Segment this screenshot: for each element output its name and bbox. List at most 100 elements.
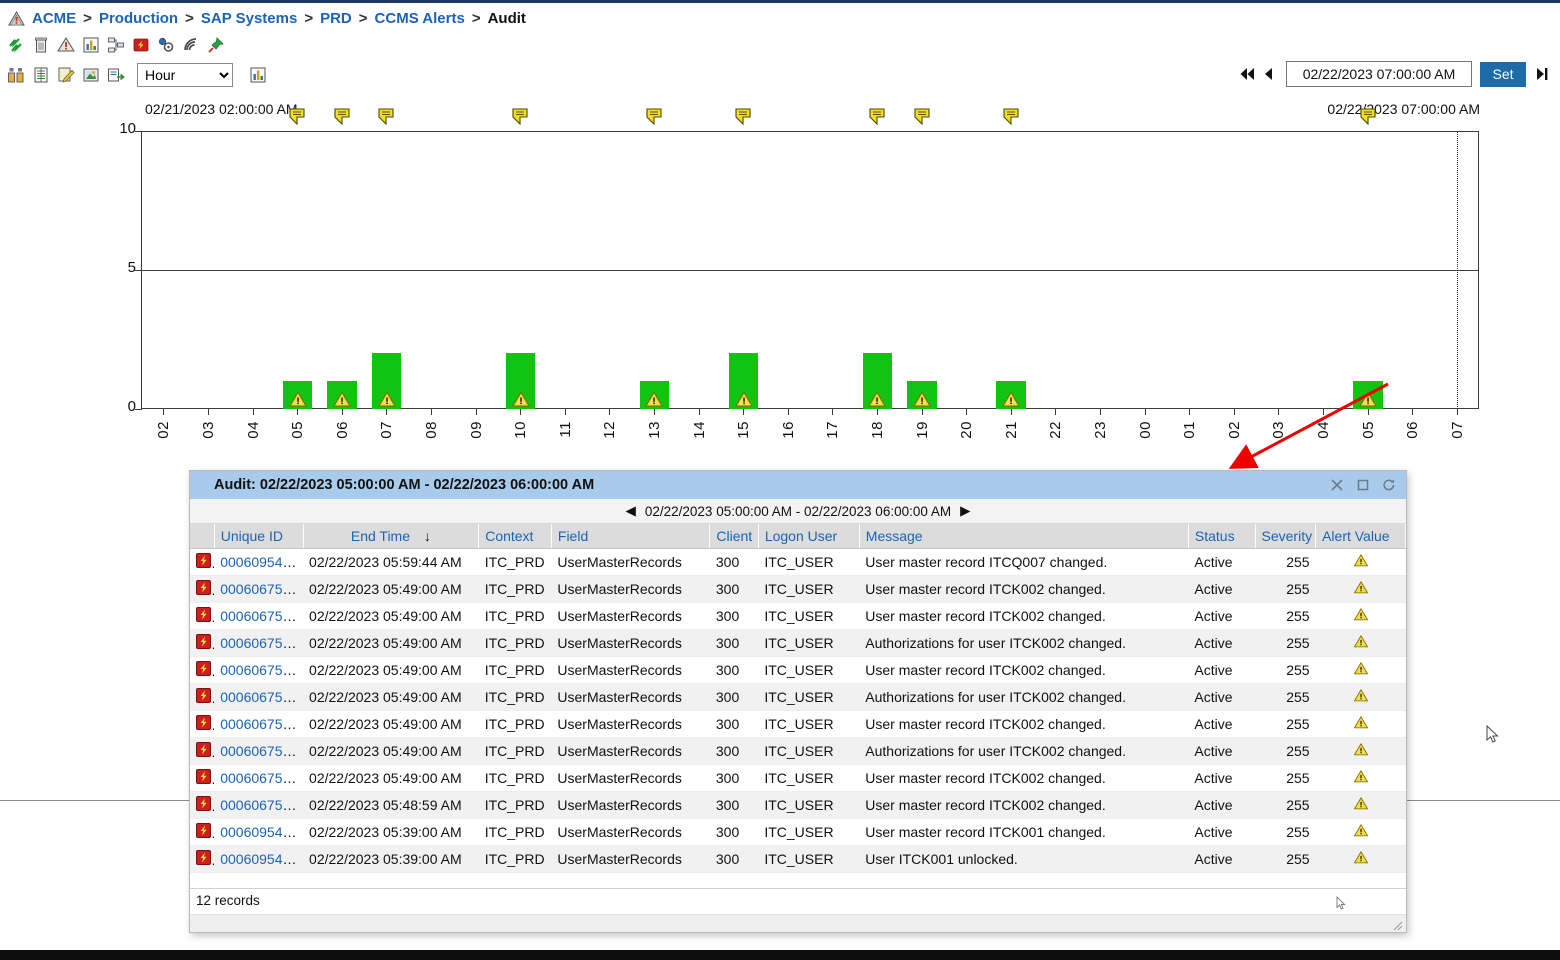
note-flag-icon[interactable] bbox=[1003, 108, 1019, 126]
column-header-message[interactable]: Message bbox=[859, 524, 1189, 549]
cell-unique-id[interactable]: 0006067508 bbox=[214, 764, 304, 792]
table-row[interactable]: 0006067506 02/22/2023 05:49:00 AM ITC_PRD U… bbox=[190, 710, 1406, 738]
row-type-icon-cell[interactable] bbox=[190, 710, 215, 738]
sap-alert-icon[interactable] bbox=[196, 607, 211, 622]
breadcrumb-item-1[interactable]: Production bbox=[99, 10, 178, 27]
delete-icon[interactable] bbox=[31, 35, 51, 55]
first-page-icon[interactable] bbox=[1238, 65, 1254, 83]
note-flag-icon[interactable] bbox=[646, 108, 662, 126]
table-row[interactable]: 0006067505 02/22/2023 05:49:00 AM ITC_PRD U… bbox=[190, 683, 1406, 711]
unique-id-link[interactable]: 0006095439 bbox=[220, 824, 298, 840]
cell-unique-id[interactable]: 0006067505 bbox=[214, 683, 304, 711]
unique-id-link[interactable]: 0006067505 bbox=[220, 689, 298, 705]
table-row[interactable]: 0006067507 02/22/2023 05:49:00 AM ITC_PRD U… bbox=[190, 737, 1406, 765]
row-type-icon-cell[interactable] bbox=[190, 845, 215, 873]
table-row[interactable]: 0006095439 02/22/2023 05:39:00 AM ITC_PRD U… bbox=[190, 818, 1406, 846]
chart-bar[interactable] bbox=[862, 353, 893, 409]
note-flag-icon[interactable] bbox=[735, 108, 751, 126]
row-type-icon-cell[interactable] bbox=[190, 737, 215, 765]
sap-alert-icon[interactable] bbox=[196, 553, 211, 568]
column-header-context[interactable]: Context bbox=[478, 524, 552, 549]
sap-alert-icon[interactable] bbox=[196, 769, 211, 784]
note-flag-icon[interactable] bbox=[913, 108, 930, 126]
column-header-severity[interactable]: Severity bbox=[1255, 524, 1317, 549]
refresh-icon[interactable] bbox=[6, 35, 26, 55]
pin-icon[interactable] bbox=[206, 35, 226, 55]
edit-icon[interactable] bbox=[56, 65, 76, 85]
column-header-field[interactable]: Field bbox=[551, 524, 711, 549]
sap-alert-icon[interactable] bbox=[196, 688, 211, 703]
export-icon[interactable] bbox=[106, 65, 126, 85]
column-header-client[interactable]: Client bbox=[709, 524, 759, 549]
row-type-icon-cell[interactable] bbox=[190, 548, 215, 576]
refresh-icon[interactable] bbox=[1382, 478, 1396, 492]
sap-icon[interactable] bbox=[131, 35, 151, 55]
period-select[interactable]: Hour bbox=[137, 63, 233, 87]
image-icon[interactable] bbox=[81, 65, 101, 85]
note-flag-icon[interactable] bbox=[1359, 108, 1376, 126]
column-header-icon[interactable] bbox=[190, 524, 215, 549]
row-type-icon-cell[interactable] bbox=[190, 602, 215, 630]
row-type-icon-cell[interactable] bbox=[190, 683, 215, 711]
column-header-unique-id[interactable]: Unique ID bbox=[214, 524, 304, 549]
sap-alert-icon[interactable] bbox=[196, 796, 211, 811]
cell-unique-id[interactable]: 0006067501 bbox=[214, 575, 304, 603]
cell-unique-id[interactable]: 0006095466 bbox=[214, 548, 304, 576]
range-next-icon[interactable]: ▶ bbox=[960, 503, 970, 519]
hierarchy-icon[interactable] bbox=[106, 35, 126, 55]
note-flag-icon[interactable] bbox=[869, 108, 885, 126]
sap-alert-icon[interactable] bbox=[196, 742, 211, 757]
unique-id-link[interactable]: 0006067506 bbox=[220, 716, 298, 732]
cell-unique-id[interactable]: 0006067507 bbox=[214, 737, 304, 765]
breadcrumb-item-4[interactable]: CCMS Alerts bbox=[375, 10, 465, 27]
unique-id-link[interactable]: 0006067502 bbox=[220, 608, 298, 624]
bar-chart-icon[interactable] bbox=[81, 35, 101, 55]
row-type-icon-cell[interactable] bbox=[190, 629, 215, 657]
sap-alert-icon[interactable] bbox=[196, 850, 211, 865]
cell-unique-id[interactable]: 0006067503 bbox=[214, 629, 304, 657]
table-row[interactable]: 0006067508 02/22/2023 05:49:00 AM ITC_PRD U… bbox=[190, 764, 1406, 792]
sap-alert-icon[interactable] bbox=[196, 823, 211, 838]
breadcrumb-item-2[interactable]: SAP Systems bbox=[201, 10, 297, 27]
set-button[interactable]: Set bbox=[1480, 61, 1526, 87]
column-header-logon-user[interactable]: Logon User bbox=[758, 524, 860, 549]
chart-bar[interactable] bbox=[907, 381, 937, 409]
resize-handle[interactable] bbox=[1391, 918, 1403, 931]
unique-id-link[interactable]: 0006067504 bbox=[220, 662, 298, 678]
note-flag-icon[interactable] bbox=[289, 108, 305, 126]
unique-id-link[interactable]: 0006067507 bbox=[220, 743, 298, 759]
table-row[interactable]: 0006095440 02/22/2023 05:39:00 AM ITC_PRD U… bbox=[190, 845, 1406, 873]
row-type-icon-cell[interactable] bbox=[190, 791, 215, 819]
signal-icon[interactable] bbox=[181, 35, 201, 55]
sap-alert-icon[interactable] bbox=[196, 634, 211, 649]
unique-id-link[interactable]: 0006095440 bbox=[220, 851, 298, 867]
table-row[interactable]: 0006095466 02/22/2023 05:59:44 AM ITC_PRD U… bbox=[190, 548, 1406, 576]
table-row[interactable]: 0006067503 02/22/2023 05:49:00 AM ITC_PRD U… bbox=[190, 629, 1406, 657]
sap-alert-icon[interactable] bbox=[196, 580, 211, 595]
range-previous-icon[interactable]: ◀ bbox=[625, 503, 635, 519]
sap-alert-icon[interactable] bbox=[196, 661, 211, 676]
note-flag-icon[interactable] bbox=[334, 108, 350, 126]
chart-bar[interactable] bbox=[505, 353, 536, 409]
chart-bar[interactable] bbox=[728, 353, 759, 409]
cell-unique-id[interactable]: 0006095439 bbox=[214, 818, 304, 846]
cell-unique-id[interactable]: 0006067504 bbox=[214, 656, 304, 684]
breadcrumb-item-0[interactable]: ACME bbox=[32, 10, 76, 27]
note-flag-icon[interactable] bbox=[378, 108, 394, 126]
time-input[interactable] bbox=[1286, 61, 1472, 87]
chart-bar[interactable] bbox=[372, 353, 402, 409]
settings-icon[interactable] bbox=[156, 35, 176, 55]
chart-plot-area[interactable] bbox=[141, 131, 1479, 409]
unique-id-link[interactable]: 0006095466 bbox=[220, 554, 298, 570]
chart-bar[interactable] bbox=[327, 381, 357, 409]
cell-unique-id[interactable]: 0006067502 bbox=[214, 602, 304, 630]
unique-id-link[interactable]: 0006067500 bbox=[220, 797, 298, 813]
compare-icon[interactable] bbox=[6, 65, 26, 85]
previous-page-icon[interactable] bbox=[1262, 65, 1278, 83]
cell-unique-id[interactable]: 0006095440 bbox=[214, 845, 304, 873]
list-icon[interactable] bbox=[31, 65, 51, 85]
unique-id-link[interactable]: 0006067503 bbox=[220, 635, 298, 651]
table-row[interactable]: 0006067501 02/22/2023 05:49:00 AM ITC_PRD U… bbox=[190, 575, 1406, 603]
chart-bar[interactable] bbox=[639, 381, 670, 409]
column-header-status[interactable]: Status bbox=[1188, 524, 1256, 549]
